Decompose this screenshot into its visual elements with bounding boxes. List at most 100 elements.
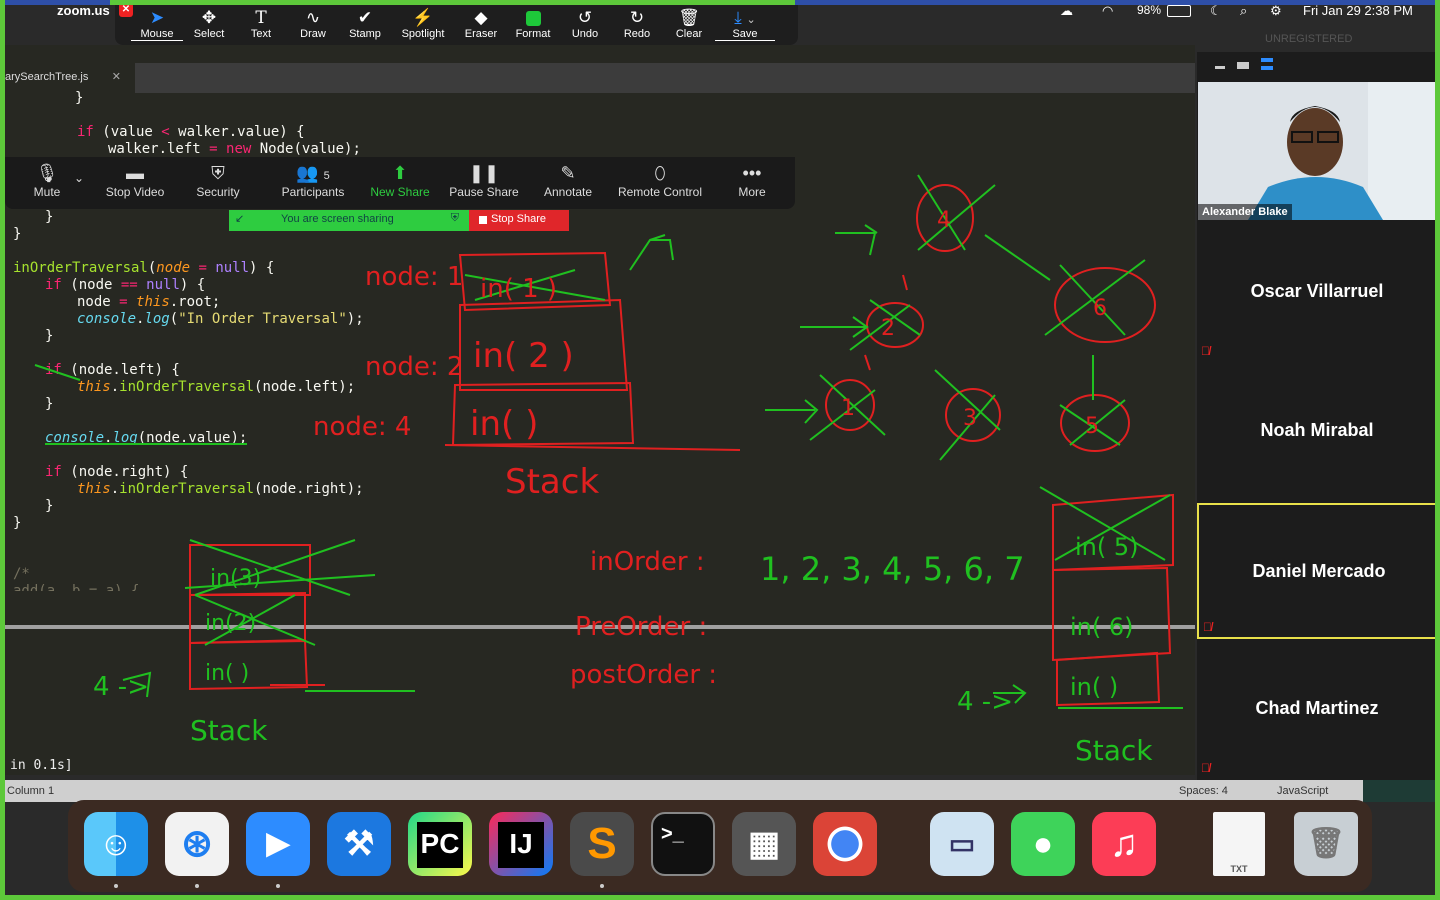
sublime-icon[interactable]: S (570, 812, 634, 876)
tool-label: Format (515, 28, 551, 40)
remote-control-button[interactable]: ⬯ Remote Control (615, 163, 705, 199)
tool-label: Undo (571, 28, 599, 40)
zoom-icon[interactable]: ▶ (246, 812, 310, 876)
mute-button[interactable]: 🎙 Mute (27, 163, 67, 199)
trash-icon[interactable]: 🗑 (1294, 812, 1358, 876)
participant-video[interactable]: Alexander Blake (1198, 82, 1435, 220)
annotation-left-stack-3: in(3) (210, 566, 261, 591)
status-spaces[interactable]: Spaces: 4 (1179, 785, 1228, 797)
people-icon: 👥 (296, 163, 319, 183)
participant-name: Oscar Villarruel (1250, 281, 1384, 301)
pause-share-button[interactable]: ❚❚ Pause Share (448, 163, 520, 199)
panel-header (1197, 52, 1435, 82)
annotation-right-stack-6: in( 6) (1070, 613, 1134, 641)
unregistered-label: UNREGISTERED (1265, 33, 1353, 45)
tool-label: Mouse (131, 28, 183, 41)
tree-node-1: 1 (841, 396, 855, 421)
new-share-button[interactable]: ⬆ New Share (367, 163, 433, 199)
annotation-in2: in( 2 ) (473, 336, 574, 376)
stop-square-icon (479, 216, 487, 224)
tool-label: Draw (300, 28, 326, 40)
battery-icon[interactable] (1167, 5, 1191, 17)
more-button[interactable]: ••• More (735, 163, 769, 199)
participant-tile[interactable]: Oscar Villarruel 🎙̸ (1197, 225, 1435, 361)
annotation-node4: node: 4 (313, 412, 411, 442)
muted-mic-icon: 🎙̸ (1201, 344, 1210, 358)
status-column: Column 1 (7, 785, 55, 797)
stop-share-label: Stop Share (491, 213, 547, 225)
txt-file-label: TXT (1230, 864, 1248, 874)
terminal-label: >_ (661, 823, 684, 845)
annotation-right-label: 4 -> (957, 687, 1013, 717)
share-arrow-icon: ⬆ (392, 163, 408, 183)
tool-label: Spotlight (401, 28, 445, 40)
music-icon[interactable]: ♫ (1092, 812, 1156, 876)
control-center-icon[interactable]: ⚙ (1270, 3, 1282, 19)
intellij-icon[interactable]: IJ (489, 812, 553, 876)
txt-file-icon[interactable]: TXT (1213, 812, 1265, 876)
strip-view-icon[interactable] (1237, 62, 1249, 69)
participant-name: Daniel Mercado (1252, 561, 1386, 581)
minimize-icon[interactable] (1215, 66, 1225, 69)
cloud-icon[interactable]: ☁ (1060, 3, 1073, 19)
safari-icon[interactable]: ⊛ (165, 812, 229, 876)
participant-count: 5 (323, 170, 330, 182)
annotation-right-stack-title: Stack (1075, 734, 1153, 767)
shield-icon: ⛨ (211, 163, 225, 183)
running-indicator (114, 884, 118, 888)
annotation-left-stack-2: in(2) (205, 611, 256, 636)
screen-share-frame: arySearchTree.js ✕ } if (value < walker.… (5, 5, 1435, 895)
tree-node-4: 4 (937, 208, 951, 233)
participant-tile[interactable]: Chad Martinez 🎙̸ (1197, 642, 1435, 778)
participant-name: Alexander Blake (1198, 204, 1292, 220)
annotation-right-stack-5: in( 5) (1075, 533, 1139, 561)
terminal-icon[interactable]: >_ (651, 812, 715, 876)
preview-icon[interactable]: ▭ (930, 812, 994, 876)
running-indicator (276, 884, 280, 888)
finder-icon[interactable]: ☺ (84, 812, 148, 876)
tool-label: Text (250, 28, 272, 40)
datetime[interactable]: Fri Jan 29 2:38 PM (1303, 3, 1413, 18)
pause-share-label: Pause Share (449, 185, 519, 199)
moon-icon[interactable]: ☾ (1210, 3, 1222, 19)
annotation-left-stack-title: Stack (190, 714, 268, 747)
microphone-icon: 🎙 (35, 163, 59, 183)
mute-label: Mute (33, 185, 61, 199)
chrome-icon[interactable] (813, 812, 877, 876)
pycharm-icon[interactable]: PC (408, 812, 472, 876)
security-label: Security (196, 185, 240, 199)
xcode-icon[interactable]: ⚒ (327, 812, 391, 876)
stop-share-button[interactable]: Stop Share (469, 210, 569, 231)
pause-icon: ❚❚ (468, 163, 500, 183)
new-share-label: New Share (370, 185, 430, 199)
annotation-in1: in( 1 ) (480, 274, 557, 304)
security-button[interactable]: ⛨ Security (188, 163, 248, 199)
annotate-label: Annotate (543, 185, 593, 199)
participant-tile-active[interactable]: Daniel Mercado 🎙̸ (1197, 503, 1435, 639)
sharing-banner: ↙ You are screen sharing ⛨ Stop Share (229, 210, 569, 231)
annotation-preorder: PreOrder : (575, 612, 707, 642)
annotation-node2: node: 2 (365, 352, 463, 382)
gallery-view-icon[interactable] (1261, 58, 1273, 70)
stop-video-button[interactable]: ▬ Stop Video (100, 163, 170, 199)
annotate-button[interactable]: ✎ Annotate (540, 163, 596, 199)
messages-icon[interactable]: ● (1011, 812, 1075, 876)
search-icon[interactable]: ⌕ (1240, 3, 1247, 19)
calculator-icon[interactable]: ▦ (732, 812, 796, 876)
shield-check-icon: ⛨ (450, 212, 459, 224)
audio-options-chevron-icon[interactable]: ⌄ (72, 171, 86, 185)
drag-handle-icon[interactable]: ↙ (235, 212, 244, 225)
dock: ☺ ⊛ ▶ ⚒ PC IJ S >_ ▦ ▭ ● ♫ TXT 🗑 (68, 800, 1372, 892)
status-language[interactable]: JavaScript (1277, 785, 1328, 797)
menu-bar: zoom.us ☁ ◠ 98% ☾ ⌕ ⚙ Fri Jan 29 2:38 PM (5, 0, 1435, 22)
participants-button[interactable]: 👥 5 Participants (273, 163, 353, 199)
muted-mic-icon: 🎙̸ (1201, 761, 1210, 775)
app-menu[interactable]: zoom.us (57, 3, 110, 18)
sharing-text: You are screen sharing (281, 213, 394, 225)
annotation-left-stack-1: in( ) (205, 661, 249, 686)
participant-tile[interactable]: Noah Mirabal (1197, 364, 1435, 500)
tree-node-5: 5 (1085, 414, 1099, 439)
tree-node-2: 2 (881, 316, 895, 341)
annotation-layer: node: 1 node: 2 node: 4 in( 1 ) in( 2 ) … (34, 174, 1183, 767)
wifi-icon[interactable]: ◠ (1102, 3, 1113, 19)
